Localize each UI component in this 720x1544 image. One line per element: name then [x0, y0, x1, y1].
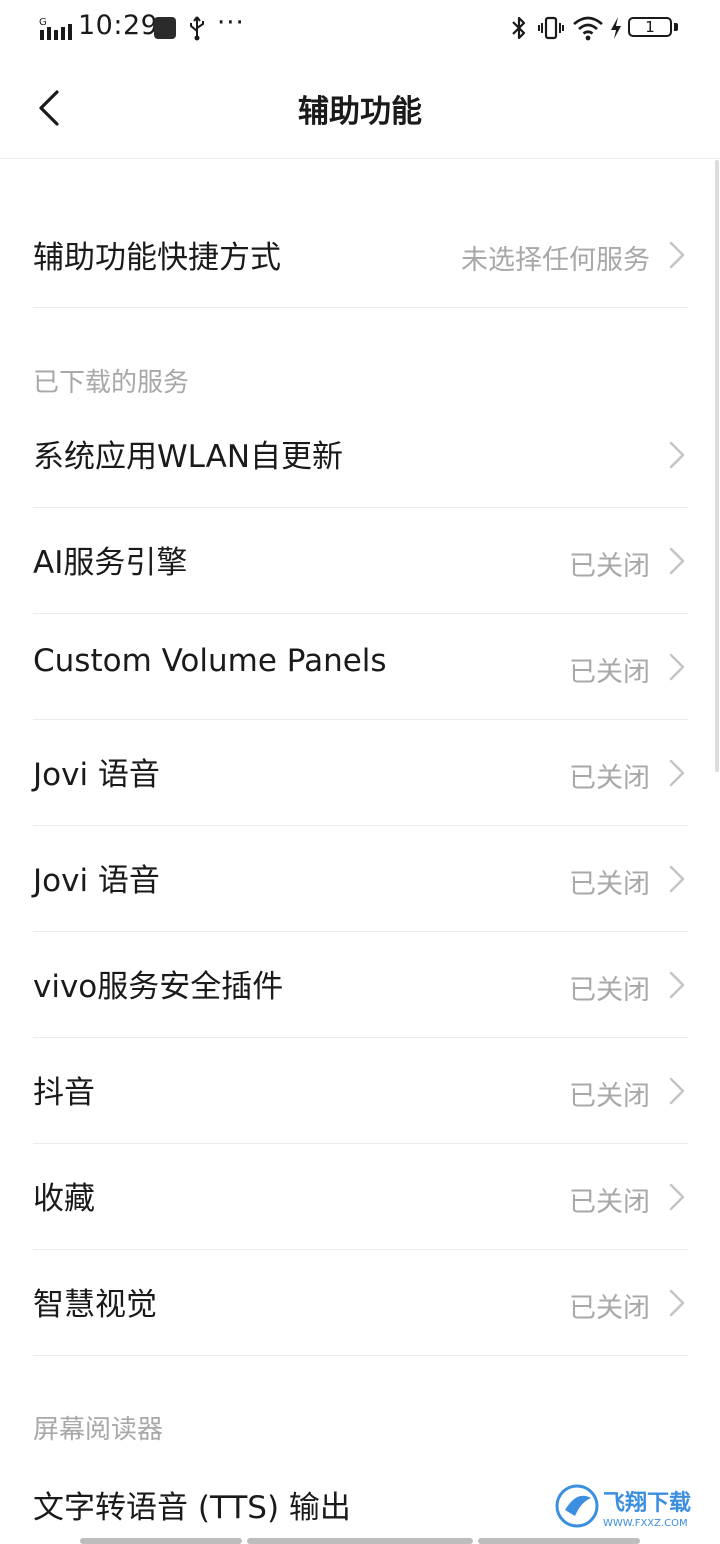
service-row[interactable]: AI服务引擎 已关闭 [33, 507, 688, 614]
row-value: 已关闭 [569, 869, 650, 900]
battery-level: 1 [645, 18, 655, 36]
page-title: 辅助功能 [298, 94, 422, 130]
notification-app-icon [154, 17, 176, 39]
scrollbar[interactable] [715, 160, 719, 772]
service-row[interactable]: 收藏 已关闭 [33, 1143, 688, 1250]
chevron-right-icon [669, 971, 685, 999]
more-notifications-icon: ··· [217, 8, 245, 38]
service-row[interactable]: 智慧视觉 已关闭 [33, 1249, 688, 1356]
row-value: 已关闭 [569, 763, 650, 794]
watermark-site: WWW.FXXZ.COM [603, 1518, 688, 1529]
row-value: 已关闭 [569, 1187, 650, 1218]
watermark-logo: 飞翔下载 WWW.FXXZ.COM [553, 1480, 711, 1532]
row-label: 抖音 [33, 1075, 95, 1111]
signal-label: G [39, 17, 47, 28]
signal-icon: G [39, 17, 72, 40]
row-label: 辅助功能快捷方式 [33, 240, 281, 276]
service-row[interactable]: vivo服务安全插件 已关闭 [33, 931, 688, 1038]
service-row[interactable]: Custom Volume Panels 已关闭 [33, 613, 688, 720]
vibrate-icon [538, 16, 564, 40]
watermark-brand: 飞翔下载 [603, 1490, 691, 1516]
chevron-right-icon [669, 1289, 685, 1317]
status-bar: G 10:29 ··· 1 [0, 0, 720, 58]
section-header-downloaded: 已下载的服务 [33, 368, 190, 398]
charging-icon [611, 17, 621, 39]
usb-icon [190, 16, 204, 41]
chevron-right-icon [669, 547, 685, 575]
chevron-right-icon [669, 653, 685, 681]
chevron-right-icon [669, 241, 685, 269]
nav-bar-segment [247, 1538, 473, 1544]
chevron-right-icon [669, 441, 685, 469]
service-row[interactable]: Jovi 语音 已关闭 [33, 719, 688, 826]
row-label: 文字转语音 (TTS) 输出 [33, 1490, 351, 1526]
nav-bar-segment [80, 1538, 242, 1544]
row-label: 收藏 [33, 1181, 95, 1217]
wifi-icon [573, 16, 603, 41]
chevron-right-icon [669, 1077, 685, 1105]
nav-bar-segment [478, 1538, 640, 1544]
service-row[interactable]: Jovi 语音 已关闭 [33, 825, 688, 932]
chevron-right-icon [669, 1183, 685, 1211]
status-time: 10:29 [78, 10, 159, 41]
row-label: 系统应用WLAN自更新 [33, 439, 344, 475]
row-label: 智慧视觉 [33, 1287, 157, 1323]
row-label: vivo服务安全插件 [33, 969, 284, 1005]
row-label: AI服务引擎 [33, 545, 188, 581]
battery-icon: 1 [628, 17, 680, 39]
chevron-right-icon [669, 865, 685, 893]
row-value: 已关闭 [569, 551, 650, 582]
bluetooth-icon [512, 16, 526, 40]
service-row[interactable]: 抖音 已关闭 [33, 1037, 688, 1144]
row-value: 已关闭 [569, 1081, 650, 1112]
row-label: Jovi 语音 [33, 863, 160, 899]
app-header: 辅助功能 [0, 58, 720, 159]
row-label: Jovi 语音 [33, 757, 160, 793]
row-label: Custom Volume Panels [33, 643, 387, 679]
service-row[interactable]: 系统应用WLAN自更新 [33, 401, 688, 508]
row-value: 已关闭 [569, 975, 650, 1006]
chevron-right-icon [669, 759, 685, 787]
section-header-screen-reader: 屏幕阅读器 [33, 1415, 164, 1445]
row-value: 未选择任何服务 [461, 245, 650, 276]
row-value: 已关闭 [569, 657, 650, 688]
row-value: 已关闭 [569, 1293, 650, 1324]
accessibility-shortcut-row[interactable]: 辅助功能快捷方式 未选择任何服务 [33, 200, 688, 308]
